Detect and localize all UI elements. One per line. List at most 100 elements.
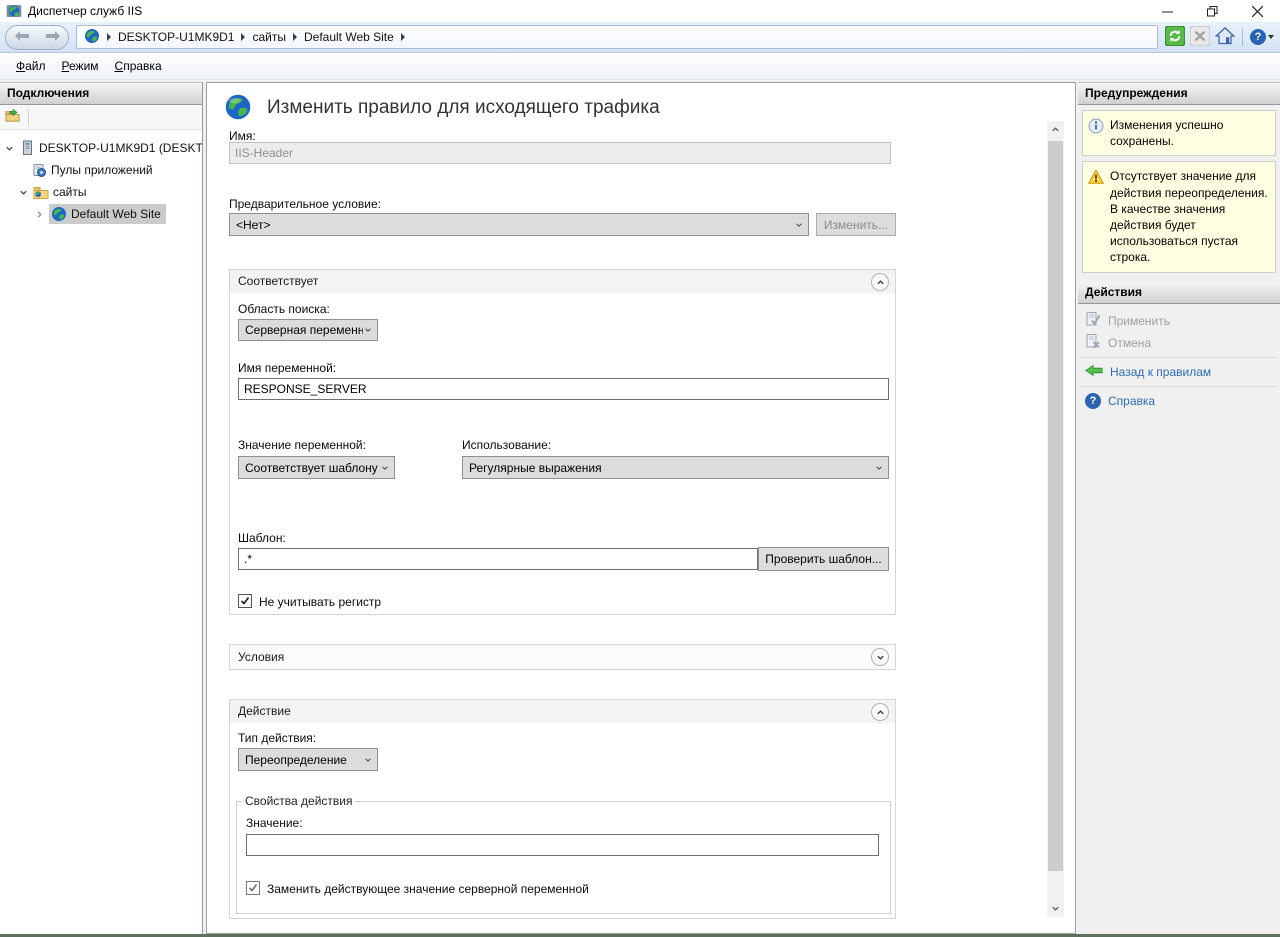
match-section: Соответствует Область поиска: Серверная … — [229, 269, 896, 615]
tree-node-default-web-site[interactable]: Default Web Site — [0, 203, 202, 225]
breadcrumb-arrow-icon — [401, 33, 405, 41]
selected-tree-item: Default Web Site — [49, 204, 166, 224]
chevron-expanded-icon[interactable] — [18, 188, 29, 197]
scroll-up-icon[interactable] — [1047, 121, 1064, 138]
refresh-icon[interactable] — [1165, 26, 1185, 49]
address-bar: DESKTOP-U1MK9D1 сайты Default Web Site ? — [0, 22, 1280, 53]
tree-node-server[interactable]: DESKTOP-U1MK9D1 (DESKTOP — [0, 137, 202, 159]
chevron-up-icon — [876, 708, 885, 717]
breadcrumb-arrow-icon — [107, 33, 111, 41]
variable-value-select[interactable]: Соответствует шаблону — [238, 456, 395, 479]
back-to-rules-action[interactable]: Назад к правилам — [1078, 361, 1280, 383]
help-action[interactable]: ? Справка — [1078, 390, 1280, 412]
address-bar-tools: ? — [1165, 26, 1274, 49]
expand-section-button[interactable] — [871, 648, 889, 666]
titlebar: Диспетчер служб IIS — [0, 0, 1280, 22]
using-select[interactable]: Регулярные выражения — [462, 456, 889, 479]
match-section-title: Соответствует — [230, 270, 895, 293]
breadcrumb-item-sites[interactable]: сайты — [252, 30, 286, 44]
test-pattern-button[interactable]: Проверить шаблон... — [758, 547, 889, 571]
toolbar-separator — [28, 109, 29, 125]
actions-header: Действия — [1078, 282, 1280, 304]
precondition-label: Предварительное условие: — [229, 197, 381, 211]
sites-folder-icon — [33, 184, 49, 200]
cancel-label: Отмена — [1108, 336, 1151, 350]
action-section-title: Действие — [230, 700, 895, 723]
toolbar-separator — [1242, 28, 1243, 46]
menu-file[interactable]: Файл — [8, 55, 54, 77]
app-pools-icon — [31, 162, 47, 178]
chevron-down-icon — [380, 464, 390, 472]
home-icon[interactable] — [1215, 26, 1235, 49]
vertical-scrollbar[interactable] — [1047, 121, 1064, 917]
help-label: Справка — [1108, 394, 1155, 408]
replace-value-checkbox[interactable] — [246, 881, 260, 895]
create-connection-icon[interactable] — [4, 108, 21, 126]
tree-label-app-pools: Пулы приложений — [51, 163, 153, 177]
chevron-expanded-icon[interactable] — [4, 144, 15, 153]
actions-list: Применить Отмена Назад к правилам — [1078, 304, 1280, 412]
warning-alert: Отсутствует значение для действия переоп… — [1082, 161, 1276, 272]
cancel-icon — [1085, 333, 1101, 352]
connections-toolbar — [0, 105, 202, 130]
scope-select[interactable]: Серверная переменн — [238, 319, 378, 341]
close-button[interactable] — [1235, 0, 1280, 22]
precondition-select[interactable]: <Нет> — [229, 213, 809, 236]
tree-label-server: DESKTOP-U1MK9D1 (DESKTOP — [39, 141, 202, 155]
scroll-down-icon[interactable] — [1047, 900, 1064, 917]
website-globe-icon — [51, 206, 67, 222]
breadcrumb-arrow-icon — [293, 33, 297, 41]
variable-name-input[interactable] — [238, 378, 889, 400]
restore-button[interactable] — [1190, 0, 1235, 22]
connections-tree: DESKTOP-U1MK9D1 (DESKTOP Пулы приложений… — [0, 130, 202, 225]
scope-value: Серверная переменн — [245, 323, 363, 337]
tree-node-app-pools[interactable]: Пулы приложений — [0, 159, 202, 181]
navigation-buttons — [5, 25, 69, 50]
breadcrumb-globe-icon — [84, 28, 100, 47]
pattern-input[interactable] — [238, 548, 758, 570]
menu-bar: Файл Режим Справка — [0, 53, 1280, 80]
help-icon: ? — [1085, 393, 1101, 409]
server-icon — [19, 140, 35, 156]
apply-label: Применить — [1108, 314, 1170, 328]
chevron-collapsed-icon[interactable] — [34, 210, 45, 219]
chevron-down-icon — [1268, 35, 1274, 39]
stop-icon — [1190, 26, 1210, 49]
back-nav-icon[interactable] — [15, 30, 29, 44]
info-icon — [1088, 117, 1104, 149]
minimize-button[interactable] — [1145, 0, 1190, 22]
action-type-label: Тип действия: — [238, 731, 316, 745]
page-globe-icon — [224, 93, 252, 124]
connections-panel: Подключения DESKTOP-U1MK9D1 (DESKTOP Пул… — [0, 82, 203, 934]
tree-node-sites[interactable]: сайты — [0, 181, 202, 203]
menu-view[interactable]: Режим — [54, 55, 107, 77]
value-input[interactable] — [246, 834, 879, 856]
page-title: Изменить правило для исходящего трафика — [267, 97, 660, 119]
ignore-case-checkbox[interactable] — [238, 594, 252, 608]
menu-help[interactable]: Справка — [107, 55, 170, 77]
variable-name-label: Имя переменной: — [238, 361, 336, 375]
breadcrumb-item-server[interactable]: DESKTOP-U1MK9D1 — [118, 30, 234, 44]
warning-icon — [1088, 168, 1104, 265]
action-properties-title: Свойства действия — [242, 794, 355, 808]
chevron-down-icon — [794, 221, 804, 229]
help-icon[interactable]: ? — [1250, 29, 1274, 45]
variable-value-label: Значение переменной: — [238, 438, 366, 452]
breadcrumb[interactable]: DESKTOP-U1MK9D1 сайты Default Web Site — [76, 25, 1158, 49]
breadcrumb-item-default-web-site[interactable]: Default Web Site — [304, 30, 394, 44]
collapse-section-button[interactable] — [871, 703, 889, 721]
chevron-up-icon — [876, 278, 885, 287]
forward-nav-icon[interactable] — [46, 30, 60, 44]
name-input — [229, 142, 891, 164]
precondition-value: <Нет> — [236, 218, 794, 232]
action-type-select[interactable]: Переопределение — [238, 748, 378, 771]
action-section: Действие Тип действия: Переопределение С… — [229, 699, 896, 919]
check-icon — [248, 883, 258, 893]
conditions-section-title: Условия — [230, 645, 895, 669]
ignore-case-label: Не учитывать регистр — [259, 595, 381, 609]
scrollbar-thumb[interactable] — [1048, 141, 1063, 871]
name-label: Имя: — [229, 129, 256, 143]
info-alert-text: Изменения успешно сохранены. — [1110, 117, 1270, 149]
separator — [1080, 357, 1278, 358]
collapse-section-button[interactable] — [871, 273, 889, 291]
